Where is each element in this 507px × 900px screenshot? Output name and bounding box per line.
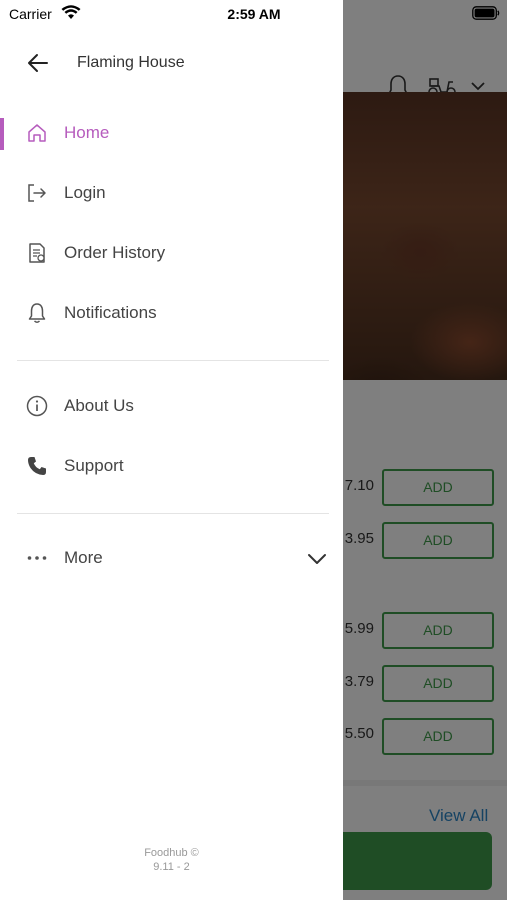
drawer-footer: Foodhub © 9.11 - 2 (0, 846, 343, 874)
more-dots-icon (27, 556, 47, 560)
nav-item-more[interactable]: More (0, 533, 330, 585)
nav-item-home[interactable]: Home (0, 108, 330, 160)
battery-icon (472, 6, 500, 20)
back-arrow-icon[interactable] (26, 51, 50, 75)
nav-item-label: Support (64, 456, 124, 475)
chevron-down-icon[interactable] (306, 549, 328, 569)
navigation-drawer: Flaming House Home Login Order History N… (0, 0, 343, 900)
nav-item-label: Login (64, 183, 106, 202)
menu-divider (17, 360, 329, 361)
footer-brand: Foodhub © (144, 847, 199, 859)
nav-item-label: More (64, 548, 103, 567)
nav-item-label: About Us (64, 396, 134, 415)
order-history-icon (29, 243, 45, 263)
nav-item-notifications[interactable]: Notifications (0, 288, 330, 340)
nav-item-order-history[interactable]: Order History (0, 228, 330, 280)
nav-item-about-us[interactable]: About Us (0, 381, 330, 433)
nav-item-label: Order History (64, 243, 166, 262)
nav-item-label: Home (64, 123, 110, 142)
info-icon (26, 395, 48, 417)
bell-icon (28, 303, 46, 323)
restaurant-name: Flaming House (77, 54, 185, 71)
nav-item-login[interactable]: Login (0, 168, 330, 220)
home-icon (28, 124, 46, 142)
clock: 2:59 AM (227, 6, 281, 22)
menu-divider (17, 513, 329, 514)
login-icon (28, 184, 46, 202)
status-bar: Carrier 2:59 AM (0, 0, 507, 28)
nav-item-label: Notifications (64, 303, 157, 322)
nav-item-support[interactable]: Support (0, 441, 330, 493)
phone-icon (28, 457, 46, 475)
app-version: 9.11 - 2 (153, 861, 190, 873)
